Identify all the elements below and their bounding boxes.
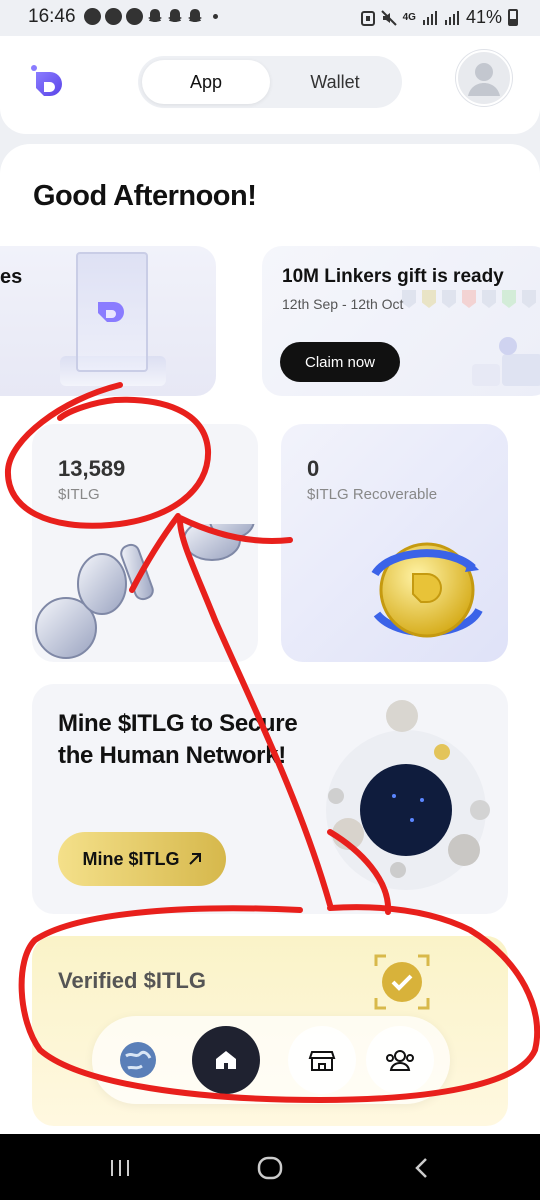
promo-card-gift[interactable]: 10M Linkers gift is ready 12th Sep - 12t… [262,246,540,396]
mine-button-label: Mine $ITLG [82,848,180,869]
more-notifications-dot [213,14,218,19]
promo-card-previous[interactable]: es [0,246,216,396]
telegram-icon [84,8,101,25]
snapchat-icon [168,9,182,22]
battery-percent: 41% [465,7,502,27]
system-navigation-bar [0,1134,540,1200]
bunting-flags [402,290,540,318]
gift-box-illustration [472,337,540,386]
mine-title: Mine $ITLG to Secure the Human Network! [58,710,298,769]
back-chevron-icon [415,1158,427,1178]
nav-earth[interactable] [104,1026,172,1094]
avatar[interactable] [456,50,512,106]
battery-icon [508,9,518,26]
tab-app[interactable]: App [142,60,270,104]
promo-title: 10M Linkers gift is ready [282,266,504,287]
globe-network-illustration [326,700,490,890]
balance-value: 13,589 [58,456,126,481]
user-icon [468,63,500,96]
snapchat-icon [188,9,202,22]
recent-apps-button[interactable] [100,1154,140,1182]
mute-icon [380,9,397,26]
recent-apps-icon [111,1160,129,1176]
claim-now-button[interactable]: Claim now [280,342,400,382]
telegram-icon [105,8,122,25]
nav-store[interactable] [288,1026,356,1094]
balance-unit: $ITLG [58,486,100,503]
status-bar: 16:46 4G 41% [0,0,540,36]
recoverable-unit: $ITLG Recoverable [307,486,438,503]
signal-icon [444,10,459,25]
promo-left-text: es [0,266,23,288]
greeting: Good Afternoon! [33,180,257,212]
app-header: App Wallet [0,36,540,134]
notification-icons [84,8,218,25]
home-icon [216,1051,236,1069]
people-icon [386,1050,414,1071]
main-content: Good Afternoon! es 10M Linkers gift is r… [0,144,540,1134]
status-time: 16:46 [28,6,76,27]
app-logo-icon[interactable] [26,60,70,104]
recoverable-value: 0 [307,456,320,481]
app-wallet-switch: App Wallet [138,56,402,108]
mine-card[interactable]: Mine $ITLG to Secure the Human Network! … [32,684,508,914]
glass-box-illustration [76,252,148,372]
silver-coins-illustration [35,524,255,659]
mine-button[interactable]: Mine $ITLG [58,832,226,886]
balance-card[interactable]: 13,589 $ITLG [32,424,258,662]
bottom-nav [92,1016,450,1104]
verified-check-icon [374,954,430,1010]
home-circle-icon [257,1156,283,1180]
arrow-up-right-icon [188,853,201,865]
back-button[interactable] [402,1154,442,1182]
earth-icon [120,1042,156,1078]
tab-wallet[interactable]: Wallet [272,60,398,104]
signal-icon [422,10,437,25]
promo-date: 12th Sep - 12th Oct [282,296,404,312]
verified-title: Verified $ITLG [58,968,206,993]
network-type: 4G [402,12,416,23]
nav-home[interactable] [192,1026,260,1094]
gold-coin-recover-illustration [371,542,483,638]
snapchat-icon [148,9,162,22]
alarm-icon [360,10,375,26]
nav-people[interactable] [366,1026,434,1094]
home-button[interactable] [250,1154,290,1182]
logo-in-box-icon [98,302,124,322]
recoverable-card[interactable]: 0 $ITLG Recoverable [281,424,508,662]
system-status: 4G 41% [360,7,518,28]
store-icon [308,1051,336,1071]
telegram-icon [126,8,143,25]
